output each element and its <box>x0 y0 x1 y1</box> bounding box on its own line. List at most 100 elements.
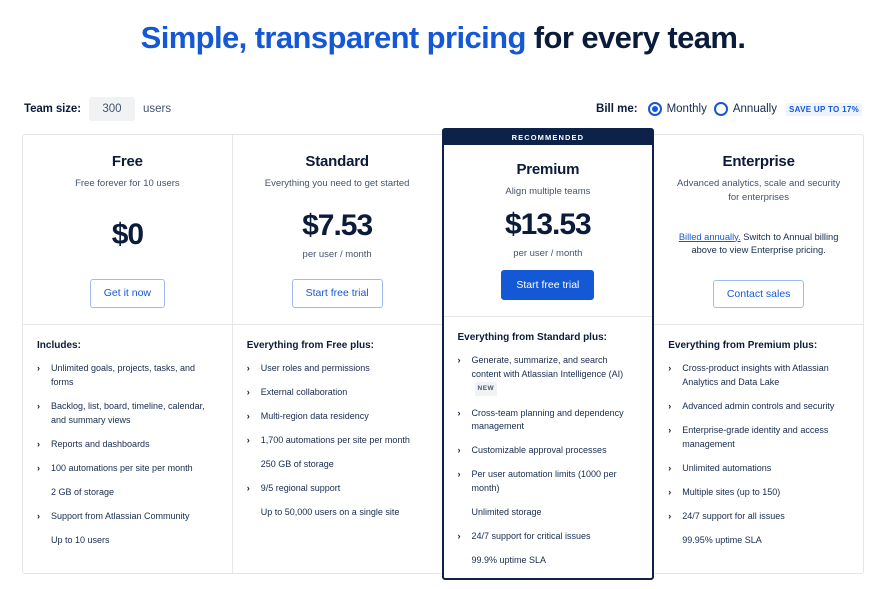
chevron-right-icon: › <box>37 363 40 373</box>
feature-label: 1,700 automations per site per month <box>260 434 410 445</box>
plan-cta-wrap: Contact sales <box>712 279 805 325</box>
radio-selected-icon[interactable] <box>647 102 662 116</box>
plan-tagline: Advanced analytics, scale and security f… <box>677 178 841 203</box>
page-title: Simple, transparent pricing for every te… <box>0 0 886 58</box>
feature-item: 2 GB of storage <box>37 486 217 500</box>
bill-me-label: Bill me: <box>596 103 638 115</box>
feature-item: › Unlimited goals, projects, tasks, and f… <box>37 362 217 390</box>
plan-features: Includes: › Unlimited goals, projects, tas… <box>23 325 232 573</box>
feature-label: Unlimited automations <box>682 462 772 473</box>
features-title: Everything from Premium plus: <box>668 340 818 351</box>
feature-label: Up to 10 users <box>51 534 110 545</box>
features-title: Everything from Free plus: <box>246 340 374 351</box>
feature-item: › Generate, summarize, and search content… <box>457 354 638 397</box>
team-size-control: Team size: users <box>24 97 171 121</box>
feature-item: › Per user automation limits (1000 per mo… <box>458 468 638 496</box>
chevron-right-icon: › <box>246 363 250 373</box>
feature-item: › Unlimited automations <box>668 462 848 476</box>
plan-tagline: Free forever for 10 users <box>75 178 180 189</box>
features-title: Includes: <box>37 340 81 351</box>
billing-toggle-group: Bill me: Monthly Annually SAVE UP TO 17% <box>596 102 862 116</box>
feature-label: Cross-team planning and dependency manag… <box>471 407 624 432</box>
recommended-ribbon: RECOMMENDED <box>443 130 653 145</box>
radio-unselected-icon[interactable] <box>713 102 728 116</box>
plan-tagline: Align multiple teams <box>505 185 591 197</box>
feature-item: › External collaboration <box>247 386 427 400</box>
feature-item: › Multiple sites (up to 150) <box>668 486 848 500</box>
feature-label: Up to 50,000 users on a single site <box>260 506 400 517</box>
plan-header: Premium Align multiple teams $13.53 per use… <box>444 145 653 316</box>
billing-option-annually-label: Annually <box>732 103 777 115</box>
feature-label: Unlimited goals, projects, tasks, and fo… <box>51 363 196 387</box>
feature-label: User roles and permissions <box>260 363 370 373</box>
pricing-page: Simple, transparent pricing for every te… <box>0 0 886 589</box>
chevron-right-icon: › <box>246 410 250 421</box>
team-size-label: Team size: <box>24 103 81 115</box>
pricing-cards: Free Free forever for 10 users $0 Get it no… <box>22 128 864 580</box>
billed-annually-link[interactable]: Billed annually. <box>679 232 741 242</box>
feature-item: 99.9% uptime SLA <box>458 554 638 568</box>
feature-item: › 24/7 support for all issues <box>668 510 848 524</box>
plan-features: Everything from Standard plus: › Generate,… <box>444 317 653 578</box>
pricing-card-premium: RECOMMENDED Premium Align multiple teams $1… <box>441 128 655 580</box>
chevron-right-icon: › <box>668 363 672 373</box>
plan-name: Standard <box>305 153 369 170</box>
chevron-right-icon: › <box>37 462 40 473</box>
plan-cta-wrap: Get it now <box>89 279 166 324</box>
plan-price-block: $0 <box>112 220 144 250</box>
chevron-right-icon: › <box>37 400 40 411</box>
chevron-right-icon: › <box>457 469 461 480</box>
plan-price-period: per user / month <box>302 248 372 260</box>
feature-label: 99.95% uptime SLA <box>682 534 762 545</box>
plan-cta-button-standard[interactable]: Start free trial <box>291 279 383 308</box>
plan-header: Enterprise Advanced analytics, scale and … <box>654 135 863 324</box>
pricing-card-standard: Standard Everything you need to get start… <box>231 134 443 574</box>
feature-item: Up to 50,000 users on a single site <box>247 506 427 520</box>
feature-item: Up to 10 users <box>37 534 217 548</box>
feature-label: 250 GB of storage <box>260 458 334 469</box>
billed-annually-note: Billed annually. Switch to Annual billin… <box>670 231 847 259</box>
plan-name: Free <box>111 153 143 170</box>
chevron-right-icon: › <box>457 445 461 456</box>
feature-label: Generate, summarize, and search content … <box>472 354 638 397</box>
page-title-accent: Simple, transparent pricing <box>140 20 527 55</box>
feature-label: 100 automations per site per month <box>51 462 193 473</box>
feature-label: 2 GB of storage <box>51 486 115 497</box>
plan-price: $7.53 <box>302 208 373 242</box>
chevron-right-icon: › <box>668 486 672 497</box>
feature-label: Customizable approval processes <box>471 445 607 456</box>
feature-item: › Cross-product insights with Atlassian A… <box>668 362 848 390</box>
plan-cta-button-enterprise[interactable]: Contact sales <box>712 279 805 308</box>
feature-label: Per user automation limits (1000 per mon… <box>471 469 617 494</box>
feature-item: › Support from Atlassian Community <box>37 510 217 524</box>
chevron-right-icon: › <box>668 400 672 411</box>
plan-price: $13.53 <box>504 207 592 241</box>
feature-label: Enterprise-grade identity and access man… <box>682 424 829 449</box>
feature-item: 99.95% uptime SLA <box>668 534 848 548</box>
chevron-right-icon: › <box>668 462 672 473</box>
billing-option-annually[interactable]: Annually <box>713 102 777 116</box>
plan-header: Free Free forever for 10 users $0 Get it no… <box>23 135 232 324</box>
feature-label: Advanced admin controls and security <box>682 400 835 411</box>
feature-item: › 100 automations per site per month <box>37 462 217 476</box>
page-title-rest: for every team. <box>525 20 746 55</box>
feature-item: › 9/5 regional support <box>247 482 427 496</box>
plan-cta-button-free[interactable]: Get it now <box>89 279 166 308</box>
billing-option-monthly[interactable]: Monthly <box>647 102 707 116</box>
feature-label: Unlimited storage <box>471 507 542 518</box>
feature-item: › Backlog, list, board, timeline, calenda… <box>37 400 217 428</box>
plan-cta-wrap: Start free trial <box>291 279 383 324</box>
plan-features: Everything from Free plus: › User roles an… <box>233 325 442 573</box>
feature-label: 24/7 support for critical issues <box>471 531 591 542</box>
team-size-units-label: users <box>142 103 172 115</box>
plan-price-block: $13.53 per user / month <box>504 207 592 259</box>
controls-bar: Team size: users Bill me: Monthly Annual… <box>0 96 886 122</box>
feature-label: 99.9% uptime SLA <box>471 555 547 566</box>
plan-cta-button-premium[interactable]: Start free trial <box>501 269 595 301</box>
chevron-right-icon: › <box>457 355 461 366</box>
chevron-right-icon: › <box>37 438 40 449</box>
feature-item: › Reports and dashboards <box>37 438 217 452</box>
feature-item: 250 GB of storage <box>247 458 427 472</box>
chevron-right-icon: › <box>668 424 672 435</box>
team-size-input[interactable] <box>88 97 135 121</box>
